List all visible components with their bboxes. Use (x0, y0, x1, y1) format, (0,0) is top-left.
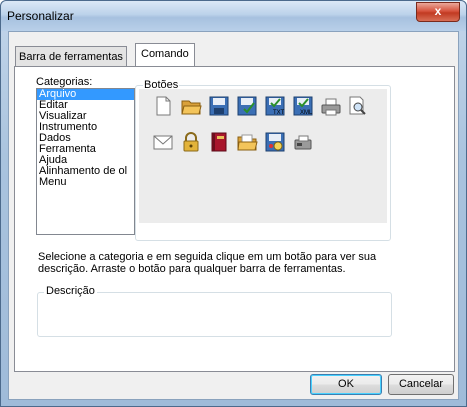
window-title: Personalizar (7, 9, 74, 23)
settings-save-icon[interactable] (264, 131, 286, 153)
lock-icon[interactable] (180, 131, 202, 153)
save-icon[interactable] (208, 95, 230, 117)
new-document-icon[interactable] (152, 95, 174, 117)
ok-button[interactable]: OK (310, 374, 382, 395)
cancel-button[interactable]: Cancelar (388, 374, 454, 395)
print-preview-icon[interactable] (346, 95, 368, 117)
save-xml-icon[interactable]: XML (292, 95, 314, 117)
title-bar[interactable]: Personalizar x (1, 1, 466, 31)
dialog-client: Barra de ferramentas Comando Categorias:… (8, 31, 459, 400)
save-as-icon[interactable] (236, 95, 258, 117)
list-item-menu[interactable]: Menu (37, 177, 134, 188)
folder-open-icon[interactable] (236, 131, 258, 153)
tab-barra-de-ferramentas[interactable]: Barra de ferramentas (15, 46, 127, 66)
instructions-text: Selecione a categoria e em seguida cliqu… (38, 251, 377, 275)
book-icon[interactable] (208, 131, 230, 153)
print-icon[interactable] (320, 95, 342, 117)
email-icon[interactable] (152, 131, 174, 153)
description-label: Descrição (44, 285, 97, 297)
fax-icon[interactable] (292, 131, 314, 153)
categories-listbox[interactable]: Arquivo Editar Visualizar Instrumento Da… (36, 88, 135, 235)
open-folder-icon[interactable] (180, 95, 202, 117)
close-button[interactable]: x (416, 2, 460, 22)
customize-dialog: Personalizar x Barra de ferramentas Coma… (0, 0, 467, 407)
save-txt-icon[interactable]: TXT (264, 95, 286, 117)
svg-text:XML: XML (300, 110, 313, 116)
tab-comando[interactable]: Comando (135, 43, 195, 66)
close-icon: x (434, 4, 442, 18)
svg-text:TXT: TXT (273, 110, 285, 116)
description-value (41, 304, 386, 331)
categories-label: Categorias: (36, 76, 93, 88)
